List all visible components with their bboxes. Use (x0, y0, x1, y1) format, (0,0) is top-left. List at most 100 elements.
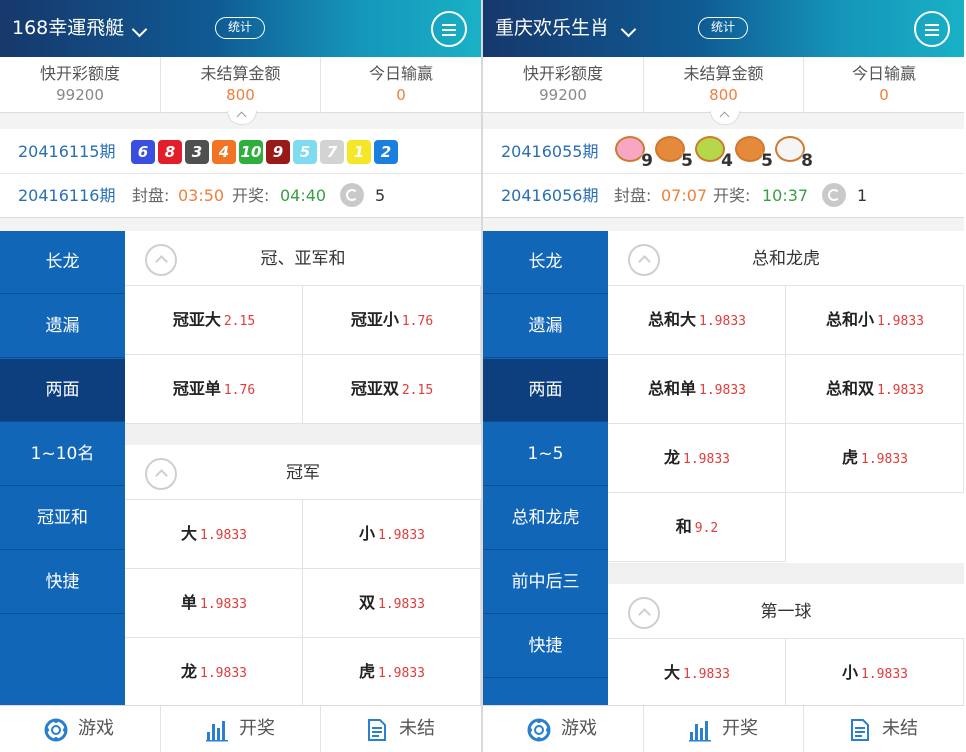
sidebar-item[interactable]: 冠亚和 (0, 487, 125, 550)
sidebar-item[interactable]: 遗漏 (0, 295, 125, 358)
sidebar-item[interactable]: 快捷 (483, 615, 608, 678)
chevron-down-icon[interactable] (131, 21, 148, 38)
bet-option[interactable]: 总和双 1.9833 (786, 355, 964, 424)
result-ball: 3 (185, 140, 209, 164)
nav-label: 未结 (882, 718, 918, 739)
refresh-count: 5 (375, 186, 386, 205)
nav-unsettled[interactable]: 未结 (320, 706, 481, 752)
bet-odds: 1.9833 (683, 667, 730, 682)
bet-name: 总和小 (826, 310, 875, 329)
bet-option-content: 龙 1.9833 (125, 663, 303, 683)
result-ball: 2 (374, 140, 398, 164)
sidebar-item[interactable]: 长龙 (0, 231, 125, 294)
bar-chart-icon (689, 721, 711, 742)
result-ball: 1 (347, 140, 371, 164)
bet-name: 大 (181, 524, 198, 543)
last-draw-row: 20416055期 9 5 4 5 8 (483, 129, 964, 174)
stat-label: 今日输赢 (368, 64, 433, 83)
section-header[interactable]: 冠、亚军和 (125, 231, 481, 286)
open-countdown: 04:40 (280, 186, 327, 205)
chevron-down-icon[interactable] (620, 21, 637, 38)
bet-option[interactable]: 虎 1.9833 (786, 424, 964, 493)
last-period[interactable]: 20416055期 (501, 143, 598, 161)
sidebar-item[interactable]: 总和龙虎 (483, 487, 608, 550)
collapse-toggle[interactable] (227, 111, 257, 125)
bet-option-content: 总和双 1.9833 (786, 380, 964, 400)
section-title: 冠军 (286, 463, 320, 483)
bet-odds: 1.9833 (699, 314, 746, 329)
pig-icon: 9 (615, 136, 653, 170)
chevron-up-icon (236, 111, 247, 122)
bet-name: 双 (359, 593, 376, 612)
sidebar-item[interactable]: 长龙 (483, 231, 608, 294)
bet-option[interactable]: 大 1.9833 (608, 639, 786, 705)
sidebar-item[interactable]: 1~10名 (0, 423, 125, 486)
bet-option[interactable]: 总和小 1.9833 (786, 286, 964, 355)
bet-option[interactable]: 总和大 1.9833 (608, 286, 786, 355)
stats-button[interactable]: 统计 (698, 17, 748, 39)
open-label: 开奖: (713, 186, 751, 205)
app-root: 168幸運飛艇 统计 快开彩额度 99200 未结算金额 800 今日输赢 0 … (0, 0, 966, 752)
menu-icon[interactable] (914, 11, 950, 47)
result-ball: 10 (239, 140, 263, 164)
sidebar-item[interactable]: 遗漏 (483, 295, 608, 358)
bet-odds: 1.9833 (683, 452, 730, 467)
bet-content: 冠、亚军和 冠亚大 2.15 冠亚小 1.76 冠亚单 1.76 冠亚双 2.15 冠军 大1… (125, 231, 481, 705)
sidebar-item[interactable]: 1~5 (483, 423, 608, 486)
sidebar-item[interactable]: 两面 (483, 359, 608, 422)
collapse-toggle[interactable] (710, 111, 740, 125)
bet-option[interactable]: 大 1.9833 (125, 500, 303, 569)
bet-option[interactable]: 单 1.9833 (125, 569, 303, 638)
game-wheel-icon (527, 718, 551, 742)
section-header[interactable]: 第一球 (608, 584, 964, 639)
next-draw-row: 20416116期 封盘: 03:50 开奖: 04:40 5 (0, 174, 481, 218)
section-header[interactable]: 总和龙虎 (608, 231, 964, 286)
section-header[interactable]: 冠军 (125, 445, 481, 500)
stat-value: 0 (396, 86, 406, 104)
bet-option[interactable]: 和 9.2 (608, 493, 786, 562)
chevron-up-icon (719, 111, 730, 122)
bet-odds: 1.9833 (378, 528, 425, 543)
bet-option[interactable]: 龙 1.9833 (608, 424, 786, 493)
bet-option[interactable]: 冠亚双 2.15 (303, 355, 481, 424)
menu-icon[interactable] (431, 11, 467, 47)
sidebar-item[interactable]: 两面 (0, 359, 125, 422)
stat-value: 99200 (539, 86, 587, 104)
bet-option[interactable]: 冠亚小 1.76 (303, 286, 481, 355)
bet-option[interactable]: 小 1.9833 (786, 639, 964, 705)
section-title: 总和龙虎 (752, 249, 820, 269)
bet-option[interactable]: 双 1.9833 (303, 569, 481, 638)
bet-odds: 1.9833 (200, 666, 247, 681)
section-champion: 冠军 大 1.9833 小 1.9833 单 1.9833 双 1.9833 龙 1.9833 虎 1… (125, 445, 481, 705)
bet-option[interactable]: 虎 1.9833 (303, 638, 481, 705)
refresh-icon[interactable] (822, 183, 846, 207)
header-bar: 重庆欢乐生肖 统计 (483, 0, 964, 57)
bet-option[interactable]: 龙 1.9833 (125, 638, 303, 705)
last-draw-row: 20416115期 6 8 3 4 10 9 5 7 1 2 (0, 129, 481, 174)
game-wheel-icon (44, 718, 68, 742)
nav-results[interactable]: 开奖 (160, 706, 320, 752)
header-bar: 168幸運飛艇 统计 (0, 0, 481, 57)
bet-odds: 1.9833 (861, 452, 908, 467)
nav-game[interactable]: 游戏 (0, 706, 160, 752)
bet-option[interactable]: 冠亚单 1.76 (125, 355, 303, 424)
seal-countdown: 03:50 (178, 186, 225, 205)
draw-info: 20416055期 9 5 4 5 8 20416056期 封盘: 07:07 开奖: … (483, 129, 964, 218)
nav-game[interactable]: 游戏 (483, 706, 643, 752)
sidebar-item[interactable]: 前中后三 (483, 551, 608, 614)
bet-option[interactable]: 总和单 1.9833 (608, 355, 786, 424)
game-title[interactable]: 168幸運飛艇 (12, 17, 124, 39)
sidebar-item[interactable]: 快捷 (0, 551, 125, 614)
last-period[interactable]: 20416115期 (18, 143, 115, 161)
stats-button[interactable]: 统计 (215, 17, 265, 39)
game-title[interactable]: 重庆欢乐生肖 (495, 17, 609, 39)
refresh-icon[interactable] (340, 183, 364, 207)
bet-option[interactable]: 冠亚大 2.15 (125, 286, 303, 355)
category-sidebar: 长龙 遗漏 两面 1~5 总和龙虎 前中后三 快捷 (483, 231, 608, 705)
result-ball: 8 (158, 140, 182, 164)
nav-unsettled[interactable]: 未结 (803, 706, 964, 752)
bet-odds: 2.15 (401, 383, 434, 398)
bet-odds: 1.9833 (200, 528, 247, 543)
nav-results[interactable]: 开奖 (643, 706, 803, 752)
bet-option[interactable]: 小 1.9833 (303, 500, 481, 569)
